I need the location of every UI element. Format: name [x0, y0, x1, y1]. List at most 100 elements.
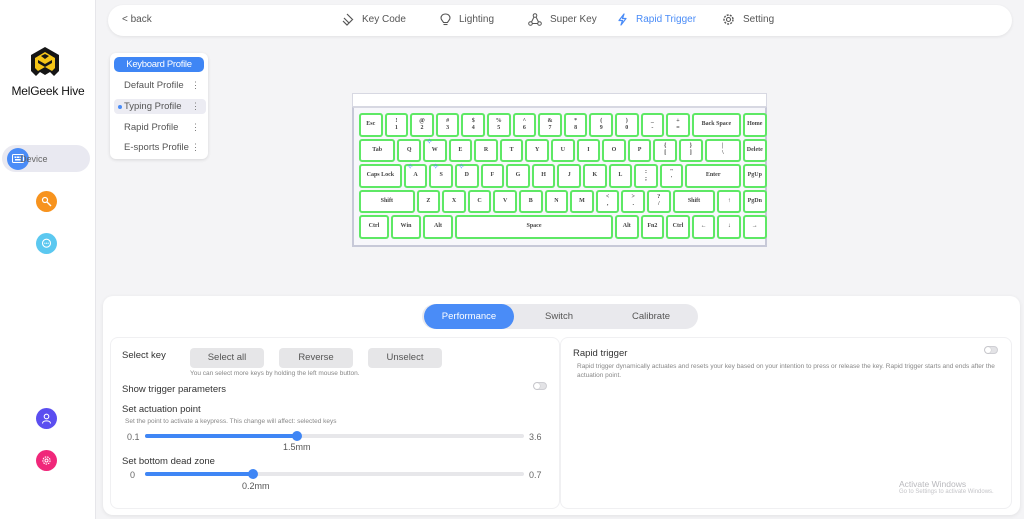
- key-[interactable]: _ -: [640, 113, 665, 137]
- key-tab[interactable]: Tab: [359, 138, 396, 162]
- tab-setting[interactable]: Setting: [722, 13, 774, 26]
- key-[interactable]: :;: [634, 164, 658, 188]
- key-[interactable]: | \: [704, 138, 741, 162]
- key-8[interactable]: * 8: [563, 113, 588, 137]
- key-[interactable]: ? /: [647, 189, 671, 213]
- sidebar-item-settings[interactable]: [36, 450, 57, 471]
- key-m[interactable]: M: [570, 189, 594, 213]
- key-1[interactable]: ! 1: [384, 113, 409, 137]
- key-[interactable]: ←: [691, 215, 716, 239]
- key-[interactable]: →: [743, 215, 767, 239]
- key-v[interactable]: V: [493, 189, 517, 213]
- key-7[interactable]: & 7: [538, 113, 562, 137]
- key-ctrl[interactable]: Ctrl: [666, 215, 690, 239]
- key-w[interactable]: W ✧: [423, 137, 447, 162]
- more-options-icon[interactable]: ⋮: [191, 120, 200, 135]
- rapid-trigger-toggle[interactable]: [984, 346, 998, 354]
- key-ctrl[interactable]: Ctrl: [359, 215, 389, 239]
- key-5[interactable]: % 5: [487, 113, 511, 137]
- key-4[interactable]: $4: [461, 113, 485, 137]
- key-x[interactable]: X: [442, 189, 466, 213]
- key-q[interactable]: Q: [397, 138, 421, 162]
- key-k[interactable]: K: [583, 164, 607, 188]
- more-options-icon[interactable]: ⋮: [191, 99, 200, 114]
- key-[interactable]: }]: [679, 138, 703, 162]
- more-options-icon[interactable]: ⋮: [191, 78, 200, 93]
- key-i[interactable]: I: [576, 138, 601, 162]
- key-pgdn[interactable]: PgDn: [743, 189, 767, 213]
- key-home[interactable]: Home: [743, 113, 767, 137]
- key-pgup[interactable]: PgUp: [743, 164, 767, 188]
- tab-rapid-trigger[interactable]: Rapid Trigger: [617, 13, 696, 26]
- key-p[interactable]: P: [627, 138, 652, 162]
- key-0[interactable]: ) 0: [615, 113, 639, 137]
- key-shift[interactable]: Shift: [359, 189, 415, 213]
- key-enter[interactable]: Enter: [685, 164, 741, 188]
- profile-item-rapid[interactable]: Rapid Profile ⋮: [114, 120, 206, 135]
- key-t[interactable]: T: [499, 138, 524, 162]
- key-[interactable]: <,: [595, 189, 620, 213]
- key-back-space[interactable]: Back Space: [691, 113, 741, 137]
- reverse-button[interactable]: Reverse: [279, 348, 353, 368]
- key-alt[interactable]: Alt: [423, 215, 453, 239]
- key-c[interactable]: C: [467, 189, 492, 213]
- profile-item-typing[interactable]: Typing Profile ⋮: [114, 99, 206, 114]
- tab-calibrate[interactable]: Calibrate: [604, 304, 698, 329]
- key-e[interactable]: E: [448, 138, 473, 162]
- key-h[interactable]: H: [531, 164, 556, 188]
- key-y[interactable]: Y: [525, 138, 549, 162]
- sidebar-item-tools[interactable]: [36, 191, 57, 212]
- key-z[interactable]: Z: [416, 189, 441, 213]
- tab-lighting[interactable]: Lighting: [440, 13, 494, 26]
- unselect-button[interactable]: Unselect: [368, 348, 442, 368]
- key-shift[interactable]: Shift: [672, 189, 716, 213]
- key-[interactable]: ↑: [717, 189, 741, 213]
- top-nav-bar: < back Key Code Lighting Super Key Rapid…: [108, 5, 1012, 36]
- keyboard-case-top: [352, 93, 767, 107]
- key-[interactable]: ↓: [717, 215, 741, 239]
- key-delete[interactable]: Delete: [743, 138, 767, 162]
- slider-thumb[interactable]: [291, 431, 302, 441]
- sidebar-item-chat[interactable]: [36, 233, 57, 254]
- dead-zone-slider[interactable]: [145, 469, 524, 479]
- key-j[interactable]: J: [557, 164, 581, 188]
- show-trigger-parameters-toggle[interactable]: [533, 382, 547, 390]
- key-[interactable]: + =: [666, 113, 690, 137]
- key-g[interactable]: G: [506, 164, 530, 188]
- tab-switch[interactable]: Switch: [514, 304, 604, 329]
- key-d[interactable]: D ✧: [455, 163, 479, 188]
- tab-performance[interactable]: Performance: [424, 304, 514, 329]
- tab-super-key[interactable]: Super Key: [528, 13, 597, 26]
- profile-item-default[interactable]: Default Profile ⋮: [114, 78, 206, 93]
- key-f[interactable]: F: [480, 164, 505, 188]
- key-o[interactable]: O: [602, 138, 626, 162]
- key-9[interactable]: (9: [589, 113, 613, 137]
- key-l[interactable]: L: [608, 164, 633, 188]
- tab-key-code[interactable]: Key Code: [341, 13, 406, 26]
- key-esc[interactable]: Esc: [359, 113, 383, 137]
- select-all-button[interactable]: Select all: [190, 348, 264, 368]
- key-3[interactable]: #3: [435, 113, 460, 137]
- more-options-icon[interactable]: ⋮: [191, 140, 200, 155]
- key-win[interactable]: Win: [391, 215, 421, 239]
- key-a[interactable]: A ✧: [403, 163, 428, 188]
- key-b[interactable]: B: [519, 189, 543, 213]
- key-6[interactable]: ^ 6: [512, 113, 537, 137]
- key-u[interactable]: U: [551, 138, 575, 162]
- key-r[interactable]: R: [474, 138, 498, 162]
- key-space[interactable]: Space: [455, 215, 613, 239]
- sidebar-item-device[interactable]: Device: [2, 145, 90, 172]
- key-[interactable]: {[: [653, 138, 677, 162]
- key-[interactable]: >.: [621, 189, 645, 213]
- key-[interactable]: " ': [659, 164, 684, 188]
- key-caps-lock[interactable]: Caps Lock: [359, 164, 402, 188]
- actuation-point-slider[interactable]: [145, 431, 524, 441]
- key-alt[interactable]: Alt: [615, 215, 639, 239]
- sidebar-item-user[interactable]: [36, 408, 57, 429]
- key-2[interactable]: @2: [410, 113, 434, 137]
- profile-item-esports[interactable]: E-sports Profile ⋮: [114, 140, 206, 155]
- key-s[interactable]: S ✧: [429, 163, 453, 188]
- key-fn2[interactable]: Fn2: [640, 215, 665, 239]
- back-button[interactable]: < back: [122, 14, 152, 25]
- key-n[interactable]: N: [544, 189, 569, 213]
